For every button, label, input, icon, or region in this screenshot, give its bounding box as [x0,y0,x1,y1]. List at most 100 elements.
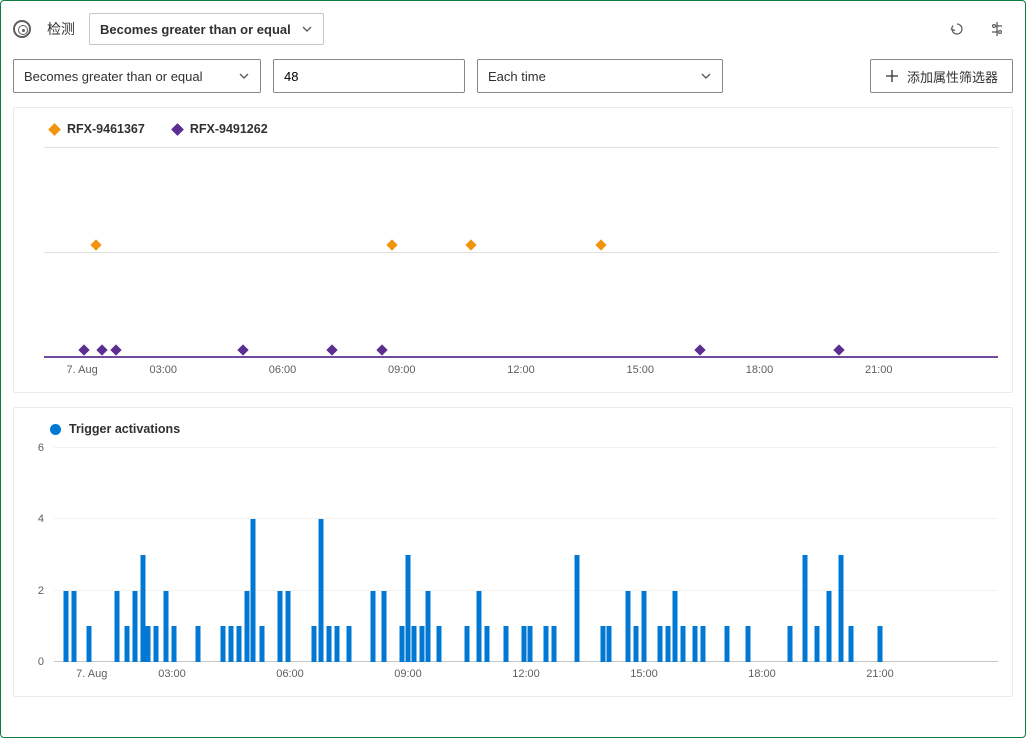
add-attribute-filter-button[interactable]: 添加属性筛选器 [870,59,1013,93]
data-point[interactable] [595,239,606,250]
bar[interactable] [406,555,411,662]
x-tick: 09:00 [388,364,416,376]
threshold-input[interactable] [273,59,465,93]
bar[interactable] [164,591,169,662]
settings-button[interactable] [981,13,1013,45]
bar[interactable] [87,626,92,662]
bar[interactable] [522,626,527,662]
x-tick: 15:00 [630,668,658,680]
bar[interactable] [787,626,792,662]
bar[interactable] [626,591,631,662]
data-point[interactable] [237,344,248,355]
bar[interactable] [154,626,159,662]
bar[interactable] [146,626,151,662]
data-point[interactable] [386,239,397,250]
legend-item-rfx-9491262[interactable]: RFX-9491262 [173,122,268,136]
bar[interactable] [114,591,119,662]
bar[interactable] [878,626,883,662]
panel-header: 检测 Becomes greater than or equal [13,9,1013,49]
x-tick: 03:00 [158,668,186,680]
bar[interactable] [236,626,241,662]
bar[interactable] [132,591,137,662]
bar[interactable] [465,626,470,662]
bar[interactable] [286,591,291,662]
bar[interactable] [476,591,481,662]
detection-label: 检测 [47,19,75,39]
legend-item-rfx-9461367[interactable]: RFX-9461367 [50,122,145,136]
bar[interactable] [382,591,387,662]
bar[interactable] [673,591,678,662]
data-point[interactable] [694,344,705,355]
undo-button[interactable] [941,13,973,45]
bar[interactable] [600,626,605,662]
bar[interactable] [229,626,234,662]
bar[interactable] [575,555,580,662]
bar[interactable] [504,626,509,662]
bar[interactable] [124,626,129,662]
data-point[interactable] [376,344,387,355]
bar[interactable] [250,519,255,662]
bar[interactable] [278,591,283,662]
bar[interactable] [606,626,611,662]
y-tick: 2 [38,585,44,597]
events-plot-area [44,148,998,358]
detection-type-select[interactable]: Becomes greater than or equal [89,13,324,45]
bar[interactable] [527,626,532,662]
bar[interactable] [71,591,76,662]
legend-item-trigger[interactable]: Trigger activations [50,422,180,436]
bar[interactable] [815,626,820,662]
bar[interactable] [195,626,200,662]
bar[interactable] [803,555,808,662]
diamond-icon [171,123,184,136]
data-point[interactable] [466,239,477,250]
bar[interactable] [327,626,332,662]
bar[interactable] [419,626,424,662]
bar[interactable] [63,591,68,662]
data-point[interactable] [78,344,89,355]
bar[interactable] [665,626,670,662]
data-point[interactable] [90,239,101,250]
bar[interactable] [484,626,489,662]
bar[interactable] [260,626,265,662]
bar[interactable] [221,626,226,662]
add-filter-label: 添加属性筛选器 [907,67,998,86]
bar[interactable] [171,626,176,662]
bar[interactable] [681,626,686,662]
legend-label: RFX-9461367 [67,122,145,136]
condition-select[interactable]: Becomes greater than or equal [13,59,261,93]
bar[interactable] [551,626,556,662]
bar[interactable] [746,626,751,662]
bar[interactable] [400,626,405,662]
bar[interactable] [848,626,853,662]
bar[interactable] [634,626,639,662]
events-x-axis: 7. Aug03:0006:0009:0012:0015:0018:0021:0… [44,364,998,382]
data-point[interactable] [96,344,107,355]
bar[interactable] [411,626,416,662]
bar[interactable] [335,626,340,662]
x-tick: 21:00 [865,364,893,376]
bar[interactable] [724,626,729,662]
frequency-select[interactable]: Each time [477,59,723,93]
diamond-icon [48,123,61,136]
bar[interactable] [437,626,442,662]
bar[interactable] [370,591,375,662]
bar[interactable] [657,626,662,662]
bar[interactable] [425,591,430,662]
bar[interactable] [244,591,249,662]
bar[interactable] [311,626,316,662]
bar[interactable] [642,591,647,662]
bar[interactable] [838,555,843,662]
bar[interactable] [140,555,145,662]
bar[interactable] [347,626,352,662]
bar[interactable] [543,626,548,662]
data-point[interactable] [110,344,121,355]
x-tick: 09:00 [394,668,422,680]
plus-icon [885,69,899,83]
sliders-icon [989,21,1005,37]
bar[interactable] [701,626,706,662]
bar[interactable] [826,591,831,662]
bar[interactable] [693,626,698,662]
data-point[interactable] [327,344,338,355]
data-point[interactable] [833,344,844,355]
bar[interactable] [319,519,324,662]
